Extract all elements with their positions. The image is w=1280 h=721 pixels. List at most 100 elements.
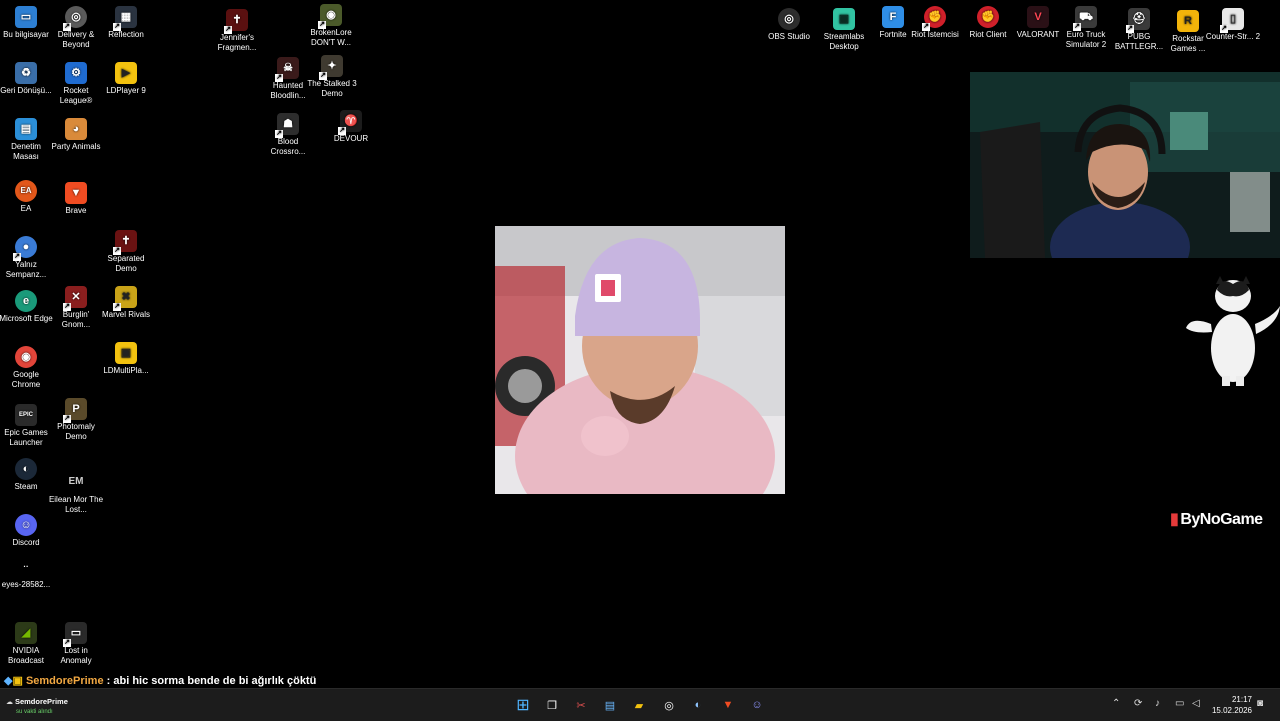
taskbar-app-brave[interactable]: ▼ [719, 696, 737, 714]
taskbar-app-discord[interactable]: ☺ [748, 696, 766, 714]
reflection-game-icon: ▦ [113, 6, 137, 31]
tray-clock[interactable]: 21:17 15.02.2026 [1212, 694, 1252, 716]
desktop-icon-reflection[interactable]: ▦Reflection [98, 6, 154, 40]
desktop-icon-obs-studio[interactable]: ◎ OBS Studio [761, 8, 817, 42]
tray-network-icon[interactable]: ▭ [1175, 698, 1184, 709]
tray-overflow-chevron-icon[interactable]: ⌃ [1112, 698, 1120, 709]
discord-icon: ☺ [15, 514, 37, 536]
desktop-icon-eilean-mor[interactable]: EM Eilean Mor The Lost... [48, 471, 104, 515]
desktop-icon-this-pc[interactable]: ▭ Bu bilgisayar [0, 6, 54, 40]
cat-icon [1186, 276, 1280, 386]
desktop-icon-pubg[interactable]: ⛑PUBG BATTLEGR... [1111, 8, 1167, 52]
desktop-icon-ldplayer[interactable]: ▶ LDPlayer 9 [98, 62, 154, 96]
desktop-icon-edge[interactable]: e Microsoft Edge [0, 290, 54, 324]
desktop-icon-lost-in-anomaly[interactable]: ▭Lost in Anomaly [48, 622, 104, 666]
task-view-icon: ❐ [547, 699, 557, 712]
desktop-icon-brokenlore[interactable]: ◉BrokenLore DON'T W... [303, 4, 359, 48]
separated-game-icon: ✝ [113, 230, 137, 255]
desktop-icon-photomaly[interactable]: PPhotomaly Demo [48, 398, 104, 442]
clock-time: 21:17 [1231, 695, 1252, 704]
file-icon: ·· [15, 556, 37, 578]
desktop-icon-ldmultiplayer[interactable]: ▣ LDMultiPla... [98, 342, 154, 376]
video-overlay [495, 226, 785, 494]
riot-client-alt-icon: ✊ [977, 6, 999, 28]
recycle-bin-icon: ♻ [15, 62, 37, 84]
desktop-icon-epic-games[interactable]: EPIC Epic Games Launcher [0, 404, 54, 448]
taskbar-app-snipping[interactable]: ✂ [572, 696, 590, 714]
streamlabs-icon: ▣ [833, 8, 855, 30]
desktop-icon-separated-demo[interactable]: ✝Separated Demo [98, 230, 154, 274]
task-view-button[interactable]: ❐ [543, 696, 561, 714]
rockstar-games-icon: R [1177, 10, 1199, 32]
desktop-icon-streamlabs[interactable]: ▣ Streamlabs Desktop [816, 8, 872, 52]
brokenlore-game-icon: ◉ [318, 4, 342, 29]
profile-status: su vakti alındı [16, 709, 53, 715]
ldplayer-icon: ▶ [115, 62, 137, 84]
desktop-icon-devour[interactable]: ♈DEVOUR [323, 110, 379, 144]
taskbar-app-file-explorer[interactable]: ▰ [630, 696, 648, 714]
profile-name: SemdorePrime [14, 697, 68, 706]
taskbar-app-photos[interactable]: ▤ [601, 696, 619, 714]
brave-taskbar-icon: ▼ [722, 699, 734, 711]
webcam-overlay [970, 72, 1280, 258]
burglin-gnomes-icon: ✕ [63, 286, 87, 311]
desktop-icon-chrome[interactable]: ◉ Google Chrome [0, 346, 54, 390]
weather-icon: ☁ [6, 699, 13, 706]
start-button[interactable]: ⊞ [514, 696, 532, 714]
steam-icon: ◐ [15, 458, 37, 480]
desktop-icon-eyes-file[interactable]: ·· eyes-28582... [0, 556, 54, 590]
devour-game-icon: ♈ [338, 110, 362, 135]
chat-text: abi hic sorma bende de bi ağırlık çöktü [113, 675, 317, 687]
webcam-picture [970, 72, 1280, 258]
control-panel-icon: ▤ [15, 118, 37, 140]
desktop-icon-marvel-rivals[interactable]: ✖Marvel Rivals [98, 286, 154, 320]
profile-widget[interactable]: ☁ SemdorePrime su vakti alındı [6, 697, 68, 717]
desktop-icon-delivery-beyond[interactable]: ◎Delivery & Beyond [48, 6, 104, 50]
obs-taskbar-icon: ◎ [664, 699, 674, 712]
desktop-icon-riot-istemcisi[interactable]: ✊Riot İstemcisi [907, 6, 963, 40]
desktop-icon-steam[interactable]: ◐ Steam [0, 458, 54, 492]
desktop-icon-nvidia-broadcast[interactable]: ◢ NVIDIA Broadcast [0, 622, 54, 666]
photos-icon: ▤ [604, 699, 616, 712]
taskbar-app-obs[interactable]: ◎ [660, 696, 678, 714]
taskbar: ☁ SemdorePrime su vakti alındı ⊞ ❐ ✂ ▤ ▰… [0, 688, 1280, 721]
desktop-icon-riot-client[interactable]: ✊ Riot Client [960, 6, 1016, 40]
blood-crossroads-icon: ☗ [275, 113, 299, 138]
video-frame-picture [495, 226, 785, 494]
desktop-icon-rocket-league[interactable]: ⚙ Rocket League® [48, 62, 104, 106]
euro-truck-icon: ⛟ [1073, 6, 1097, 31]
stalked-game-icon: ✦ [319, 55, 343, 80]
obs-studio-icon: ◎ [778, 8, 800, 30]
desktop-icon-brave[interactable]: ▼ Brave [48, 182, 104, 216]
delivery-game-icon: ◎ [63, 6, 87, 31]
chat-separator: : [103, 675, 114, 687]
desktop-icon-stalked-3[interactable]: ✦The Stalked 3 Demo [304, 55, 360, 99]
desktop-icon-burglin-gnomes[interactable]: ✕Burglin' Gnom... [48, 286, 104, 330]
edge-browser-icon: e [15, 290, 37, 312]
desktop-icon-euro-truck[interactable]: ⛟Euro Truck Simulator 2 [1058, 6, 1114, 50]
desktop-icon-recycle-bin[interactable]: ♻ Geri Dönüşü... [0, 62, 54, 96]
desktop-icon-ea[interactable]: EA EA [0, 180, 54, 214]
cat-sticker [1186, 276, 1280, 388]
desktop-icon-blood-crossroads[interactable]: ☗Blood Crossro... [260, 113, 316, 157]
rocket-league-icon: ⚙ [65, 62, 87, 84]
chat-username: SemdorePrime [25, 675, 104, 687]
tray-sync-icon[interactable]: ⟳ [1134, 698, 1142, 709]
nvidia-broadcast-icon: ◢ [15, 622, 37, 644]
tray-volume-icon[interactable]: ◁ [1192, 698, 1200, 709]
folder-icon: ▰ [634, 699, 644, 712]
brand-logo: ▮ ByNoGame [1170, 511, 1263, 528]
notification-bell-icon[interactable]: ◙ [1257, 698, 1263, 709]
epic-games-icon: EPIC [15, 404, 37, 426]
tray-microphone-icon[interactable]: ♪ [1155, 698, 1160, 709]
jennifer-game-icon: ✝ [224, 9, 248, 34]
ea-icon: EA [15, 180, 37, 202]
desktop-icon-counter-strike[interactable]: ▯Counter-Str... 2 [1205, 8, 1261, 42]
desktop-icon-jennifers-fragments[interactable]: ✝Jennifer's Fragmen... [209, 9, 265, 53]
ldmultiplayer-icon: ▣ [115, 342, 137, 364]
taskbar-app-steam[interactable]: ◐ [689, 696, 707, 714]
desktop-icon-control-panel[interactable]: ▤ Denetim Masası [0, 118, 54, 162]
desktop-icon-party-animals[interactable]: ◕ Party Animals [48, 118, 104, 152]
desktop-icon-discord[interactable]: ☺ Discord [0, 514, 54, 548]
desktop-icon-chrome-profile[interactable]: ●Yalnız Sempanz... [0, 236, 54, 280]
